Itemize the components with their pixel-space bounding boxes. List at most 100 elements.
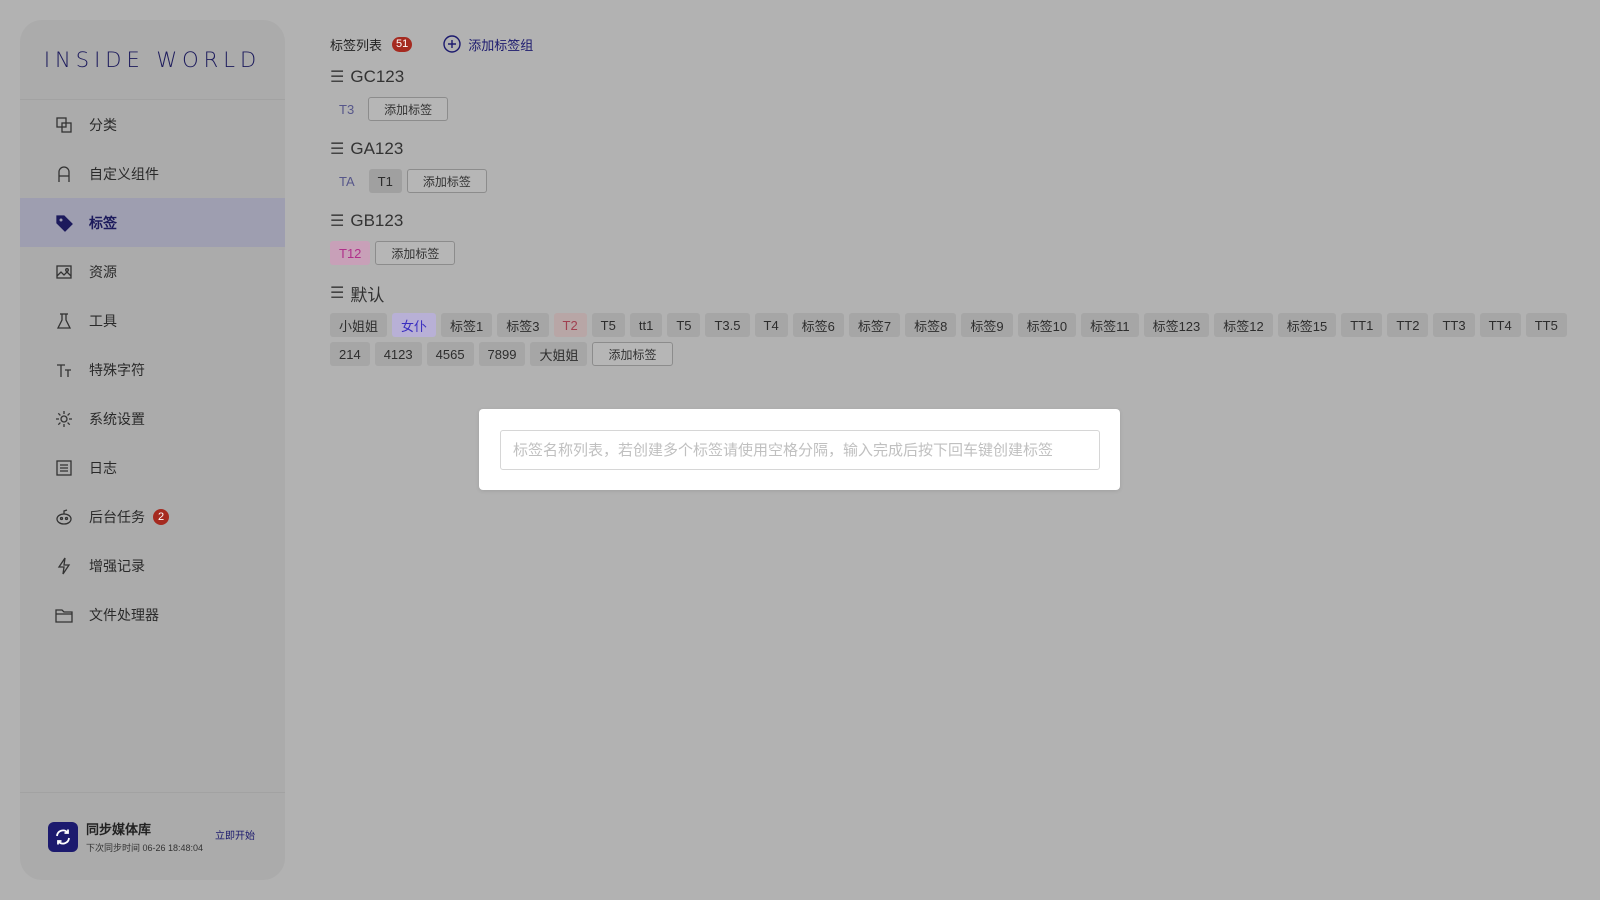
tag-item[interactable]: tt1: [629, 313, 663, 337]
tag-group: ☰ GC123 T3 添加标签: [330, 64, 1580, 126]
sync-start-link[interactable]: 立即开始: [215, 827, 255, 842]
sync-title: 同步媒体库: [86, 822, 152, 837]
tag-item[interactable]: 大姐姐: [530, 342, 588, 366]
tag-item[interactable]: 标签11: [1081, 313, 1139, 337]
sidebar-nav: 分类自定义组件标签资源工具特殊字符系统设置日志后台任务 2 增强记录文件处理器: [20, 100, 285, 639]
sidebar-item-label: 特殊字符: [89, 361, 145, 378]
flask-icon: [54, 311, 74, 331]
tag-icon: [54, 213, 74, 233]
component-icon: [54, 164, 74, 184]
sidebar-item-label: 资源: [89, 263, 117, 280]
sidebar-item-2[interactable]: 标签: [20, 198, 285, 247]
sidebar-item-5[interactable]: 特殊字符: [20, 345, 285, 394]
tag-list-main: 标签列表 51 添加标签组 ☰ GC123 T3 添加标签 ☰ GA123 TA T1 添加标签…: [330, 34, 1580, 371]
tag-item[interactable]: TT1: [1341, 313, 1383, 337]
tag-item[interactable]: T3: [330, 97, 363, 121]
tag-item[interactable]: 4123: [374, 342, 422, 366]
tag-item[interactable]: 标签12: [1214, 313, 1273, 337]
add-tag-button[interactable]: 添加标签: [375, 241, 456, 265]
sidebar-item-label: 后台任务: [89, 508, 145, 525]
sidebar-item-10[interactable]: 文件处理器: [20, 590, 285, 639]
add-tag-group-button[interactable]: 添加标签组: [442, 34, 533, 54]
tag-item[interactable]: TT4: [1479, 313, 1521, 337]
tag-item[interactable]: T2: [553, 313, 587, 337]
tag-group-name[interactable]: GA123: [350, 139, 403, 159]
tag-item[interactable]: 标签7: [848, 313, 901, 337]
sidebar-item-4[interactable]: 工具: [20, 296, 285, 345]
tag-item[interactable]: 7899: [478, 342, 526, 366]
sidebar-item-label: 文件处理器: [89, 606, 159, 623]
tag-item[interactable]: 4565: [426, 342, 474, 366]
tag-group: ☰ GA123 TA T1 添加标签: [330, 136, 1580, 198]
page-title: 标签列表: [330, 37, 383, 53]
sidebar-item-label: 增强记录: [89, 557, 145, 574]
tag-list-header: 标签列表 51 添加标签组: [330, 34, 1580, 54]
sidebar-item-8[interactable]: 后台任务 2: [20, 492, 285, 541]
bolt-icon: [54, 556, 74, 576]
sidebar-item-6[interactable]: 系统设置: [20, 394, 285, 443]
tag-item[interactable]: TT3: [1433, 313, 1475, 337]
folder-icon: [54, 605, 74, 625]
add-tag-group-label: 添加标签组: [468, 37, 534, 53]
tag-item[interactable]: 标签123: [1143, 313, 1210, 337]
sync-media-panel: 同步媒体库 下次同步时间 06-26 18:48:04 立即开始: [20, 792, 285, 880]
tag-list: T12 添加标签: [330, 241, 1580, 270]
sidebar-item-7[interactable]: 日志: [20, 443, 285, 492]
image-icon: [54, 262, 74, 282]
sidebar-item-label: 日志: [89, 459, 117, 476]
tag-group: ☰ 默认 小姐姐 女仆 标签1 标签3 T2 T5 tt1 T5 T3.5 T4 标签6 标签7 标签8 标签…: [330, 280, 1580, 371]
list-icon: [54, 458, 74, 478]
tag-item[interactable]: T4: [754, 313, 788, 337]
drag-handle-icon[interactable]: ☰: [330, 211, 344, 231]
sidebar-item-label: 标签: [89, 214, 117, 231]
tag-item[interactable]: 标签9: [961, 313, 1013, 337]
tag-group-name[interactable]: GC123: [350, 67, 404, 87]
tag-item[interactable]: TA: [330, 169, 364, 193]
add-tag-button[interactable]: 添加标签: [592, 342, 673, 366]
tag-list: TA T1 添加标签: [330, 169, 1580, 198]
tag-item[interactable]: 女仆: [392, 313, 437, 337]
tag-group-name[interactable]: GB123: [350, 211, 403, 231]
category-icon: [54, 115, 74, 135]
add-tag-modal: [479, 409, 1120, 490]
tag-item[interactable]: TT2: [1387, 313, 1429, 337]
tag-list: T3 添加标签: [330, 97, 1580, 126]
drag-handle-icon[interactable]: ☰: [330, 67, 344, 87]
tag-item[interactable]: TT5: [1525, 313, 1567, 337]
tag-item[interactable]: 标签15: [1277, 313, 1337, 337]
tag-item[interactable]: T5: [591, 313, 625, 337]
sidebar-item-0[interactable]: 分类: [20, 100, 285, 149]
add-tag-button[interactable]: 添加标签: [406, 169, 487, 193]
sync-icon[interactable]: [48, 821, 78, 852]
tag-count-badge: 51: [392, 36, 413, 52]
tag-group-title: ☰ GC123: [330, 64, 1580, 90]
tag-item[interactable]: 标签8: [905, 313, 957, 337]
tag-item[interactable]: T1: [368, 169, 402, 193]
tag-item[interactable]: T12: [330, 241, 371, 265]
tag-group-title: ☰ 默认: [330, 280, 1580, 306]
tag-name-input[interactable]: [500, 430, 1100, 470]
sync-next-time: 下次同步时间 06-26 18:48:04: [86, 843, 204, 853]
tag-item[interactable]: 标签1: [441, 313, 493, 337]
tag-group-name[interactable]: 默认: [350, 281, 384, 306]
tag-item[interactable]: 标签10: [1017, 313, 1077, 337]
tag-item[interactable]: T3.5: [705, 313, 750, 337]
tag-group-title: ☰ GA123: [330, 136, 1580, 162]
tag-item[interactable]: 小姐姐: [330, 313, 388, 337]
tag-item[interactable]: 标签6: [792, 313, 844, 337]
tag-list: 小姐姐 女仆 标签1 标签3 T2 T5 tt1 T5 T3.5 T4 标签6 标签7 标签8 标签9 标签…: [330, 313, 1580, 371]
sidebar-item-3[interactable]: 资源: [20, 247, 285, 296]
sidebar-item-9[interactable]: 增强记录: [20, 541, 285, 590]
tag-item[interactable]: 标签3: [497, 313, 549, 337]
sidebar: INSIDE WORLD 分类 自定义组件 标签 资源 工具 特殊字符 系统设置 日志 后台任务…: [20, 20, 285, 880]
tag-group: ☰ GB123 T12 添加标签: [330, 208, 1580, 270]
tag-item[interactable]: T5: [667, 313, 701, 337]
add-tag-button[interactable]: 添加标签: [368, 97, 449, 121]
sidebar-item-1[interactable]: 自定义组件: [20, 149, 285, 198]
drag-handle-icon[interactable]: ☰: [330, 139, 344, 159]
drag-handle-icon[interactable]: ☰: [330, 283, 344, 303]
sidebar-item-label: 自定义组件: [89, 165, 159, 182]
tag-item[interactable]: 214: [330, 342, 370, 366]
text-icon: [54, 360, 74, 380]
sidebar-item-label: 分类: [89, 116, 117, 133]
